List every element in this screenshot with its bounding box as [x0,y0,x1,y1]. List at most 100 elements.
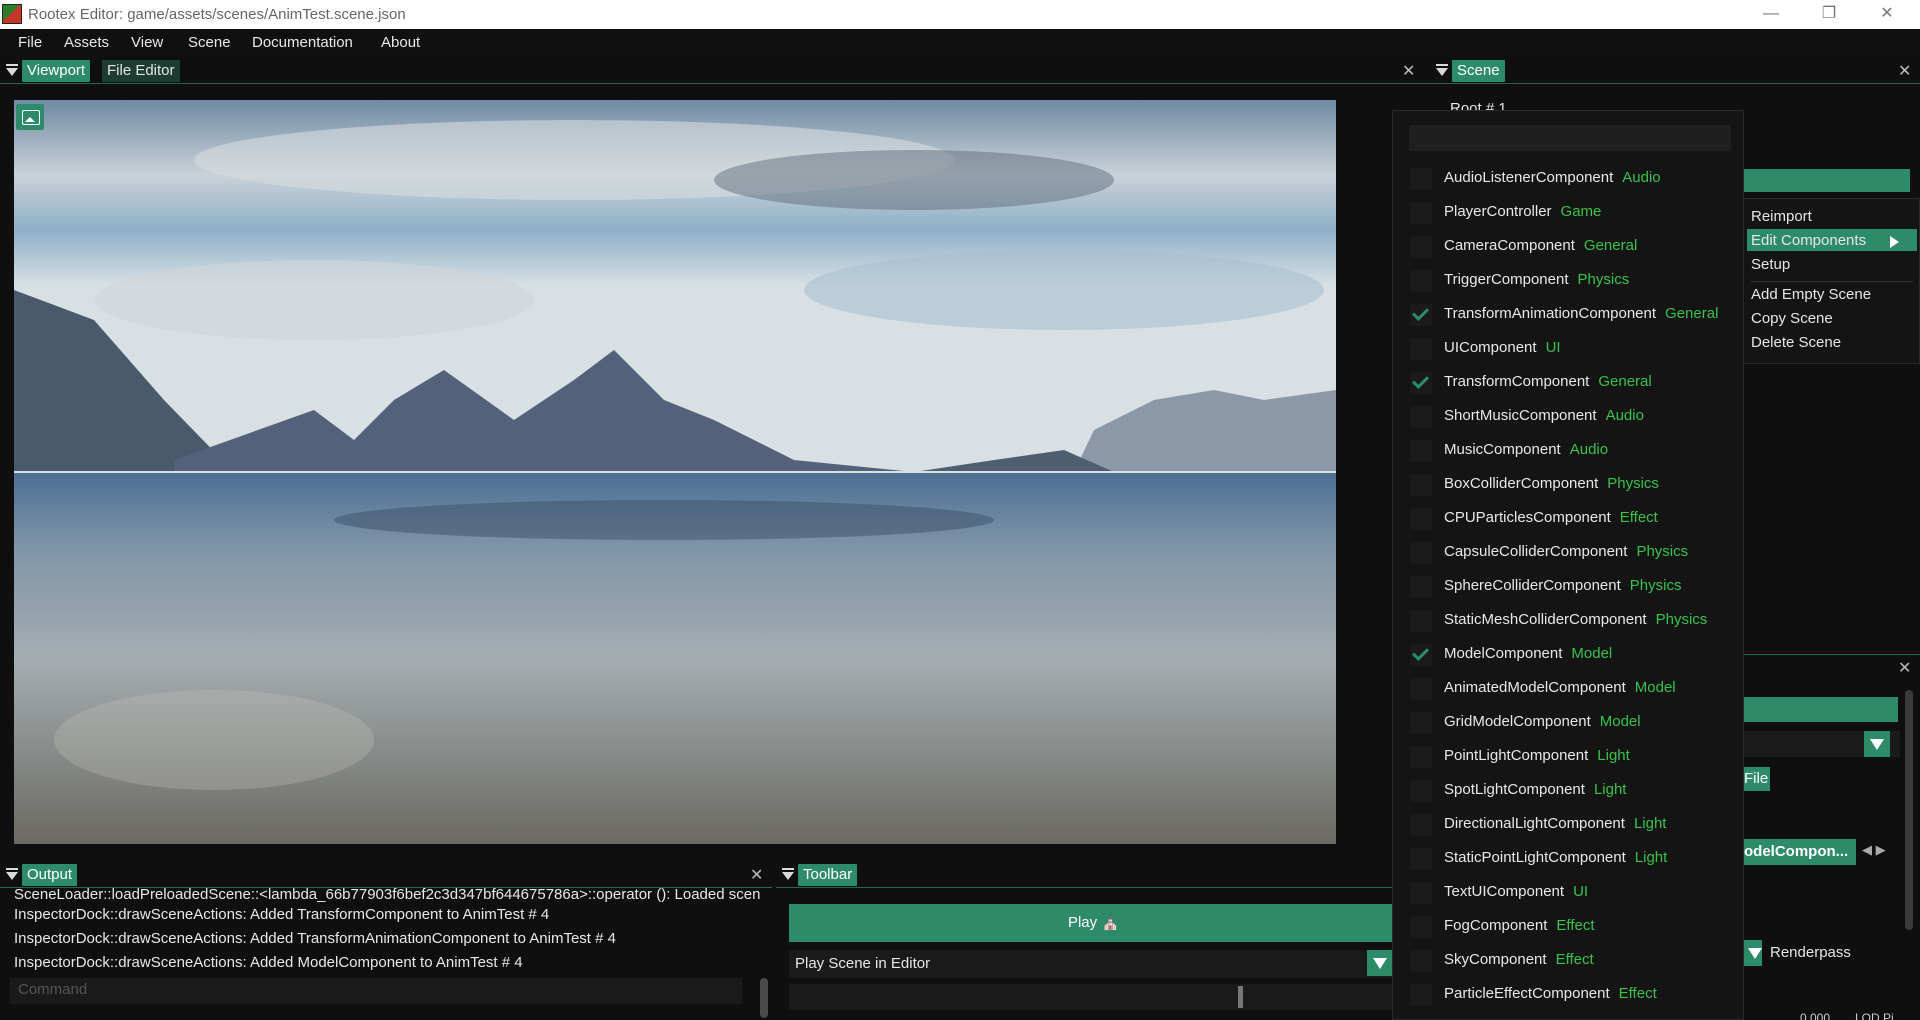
component-checkbox[interactable] [1410,372,1432,394]
component-checkbox[interactable] [1410,202,1432,224]
maximize-button[interactable]: ❐ [1806,2,1852,26]
component-checkbox[interactable] [1410,406,1432,428]
component-checkbox[interactable] [1410,644,1432,666]
component-row[interactable]: TransformAnimationComponent General [1393,297,1743,331]
component-category: Model [1634,679,1676,696]
dock-menu-icon[interactable] [6,64,18,76]
context-item-reimport[interactable]: Reimport [1751,208,1812,225]
component-row[interactable]: AudioListenerComponent Audio [1393,161,1743,195]
component-row[interactable]: BoxColliderComponent Physics [1393,467,1743,501]
component-checkbox[interactable] [1410,440,1432,462]
component-row[interactable]: MusicComponent Audio [1393,433,1743,467]
lod-value[interactable]: 0.000 [1800,1011,1830,1020]
menu-assets[interactable]: Assets [64,34,109,51]
component-checkbox[interactable] [1410,542,1432,564]
submenu-arrow-icon [1890,236,1899,248]
component-row[interactable]: PlayerController Game [1393,195,1743,229]
component-checkbox[interactable] [1410,780,1432,802]
tab-viewport[interactable]: Viewport [22,60,91,82]
tab-nav-arrows-icon[interactable]: ◀ ▶ [1862,842,1886,858]
context-item-setup[interactable]: Setup [1751,256,1790,273]
renderpass-dropdown-button[interactable] [1742,940,1762,966]
edit-components-popup: AudioListenerComponent Audio PlayerControl… [1392,110,1744,1020]
component-checkbox[interactable] [1410,508,1432,530]
minimize-button[interactable]: — [1748,2,1794,26]
context-item-copy-scene[interactable]: Copy Scene [1751,310,1833,327]
context-item-add-empty-scene[interactable]: Add Empty Scene [1751,286,1871,303]
component-row[interactable]: GridModelComponent Model [1393,705,1743,739]
component-checkbox[interactable] [1410,678,1432,700]
component-checkbox[interactable] [1410,984,1432,1006]
file-button[interactable]: File [1742,767,1770,791]
close-viewport-dock-icon[interactable]: ✕ [1402,61,1415,81]
component-row[interactable]: StaticMeshColliderComponent Physics [1393,603,1743,637]
menu-file[interactable]: File [18,34,42,51]
inspector-scrollbar[interactable] [1905,690,1913,930]
toolbar-slider[interactable] [789,984,1399,1010]
tab-toolbar[interactable]: Toolbar [798,864,858,886]
component-checkbox[interactable] [1410,814,1432,836]
component-checkbox[interactable] [1410,916,1432,938]
component-row[interactable]: PointLightComponent Light [1393,739,1743,773]
tab-file-editor[interactable]: File Editor [102,60,180,82]
context-item-delete-scene[interactable]: Delete Scene [1751,334,1841,351]
component-row[interactable]: SkyComponent Effect [1393,943,1743,977]
output-scrollbar[interactable] [760,978,768,1018]
close-window-button[interactable]: ✕ [1864,2,1910,26]
context-item-edit-components[interactable]: Edit Components [1751,232,1866,249]
component-checkbox[interactable] [1410,950,1432,972]
close-output-dock-icon[interactable]: ✕ [750,865,763,885]
close-inspector-icon[interactable]: ✕ [1898,658,1911,678]
selected-scene-row[interactable] [1742,169,1910,192]
component-checkbox[interactable] [1410,304,1432,326]
tab-output[interactable]: Output [22,864,78,886]
component-checkbox[interactable] [1410,338,1432,360]
component-checkbox[interactable] [1410,270,1432,292]
component-row[interactable]: TriggerComponent Physics [1393,263,1743,297]
component-row[interactable]: TextUIComponent UI [1393,875,1743,909]
component-row[interactable]: DirectionalLightComponent Light [1393,807,1743,841]
component-checkbox[interactable] [1410,474,1432,496]
scene-viewport[interactable] [14,100,1336,844]
inspector-scene-name-bar[interactable] [1742,697,1898,722]
command-input[interactable]: Command [10,978,742,1004]
component-row[interactable]: SphereColliderComponent Physics [1393,569,1743,603]
component-row[interactable]: FogComponent Effect [1393,909,1743,943]
component-checkbox[interactable] [1410,610,1432,632]
dock-menu-icon[interactable] [782,868,794,880]
component-row[interactable]: TransformComponent General [1393,365,1743,399]
component-row[interactable]: CPUParticlesComponent Effect [1393,501,1743,535]
component-checkbox[interactable] [1410,236,1432,258]
component-checkbox[interactable] [1410,746,1432,768]
chevron-down-icon[interactable] [1367,950,1393,976]
component-checkbox[interactable] [1410,712,1432,734]
component-row[interactable]: AnimatedModelComponent Model [1393,671,1743,705]
menu-view[interactable]: View [131,34,163,51]
component-row[interactable]: CameraComponent General [1393,229,1743,263]
component-row[interactable]: ModelComponent Model [1393,637,1743,671]
menu-scene[interactable]: Scene [188,34,231,51]
component-checkbox[interactable] [1410,168,1432,190]
component-row[interactable]: ShortMusicComponent Audio [1393,399,1743,433]
image-icon[interactable] [16,104,44,130]
play-button[interactable]: Play ⛪ [789,904,1399,942]
menu-about[interactable]: About [381,34,420,51]
chevron-down-icon[interactable] [1864,731,1890,757]
component-checkbox[interactable] [1410,848,1432,870]
close-scene-dock-icon[interactable]: ✕ [1898,61,1911,81]
component-row[interactable]: SpotLightComponent Light [1393,773,1743,807]
component-checkbox[interactable] [1410,576,1432,598]
component-row[interactable]: ParticleEffectComponent Effect [1393,977,1743,1011]
tab-scene[interactable]: Scene [1452,60,1505,82]
dock-menu-icon[interactable] [1436,64,1448,76]
menu-documentation[interactable]: Documentation [252,34,353,51]
slider-grab-handle[interactable] [1238,986,1243,1008]
tab-model-component[interactable]: odelCompon... [1742,839,1856,865]
component-row[interactable]: StaticPointLightComponent Light [1393,841,1743,875]
component-checkbox[interactable] [1410,882,1432,904]
dock-menu-icon[interactable] [6,868,18,880]
component-search-input[interactable] [1409,125,1731,151]
component-row[interactable]: UIComponent UI [1393,331,1743,365]
component-row[interactable]: CapsuleColliderComponent Physics [1393,535,1743,569]
play-mode-select[interactable]: Play Scene in Editor [789,950,1399,978]
